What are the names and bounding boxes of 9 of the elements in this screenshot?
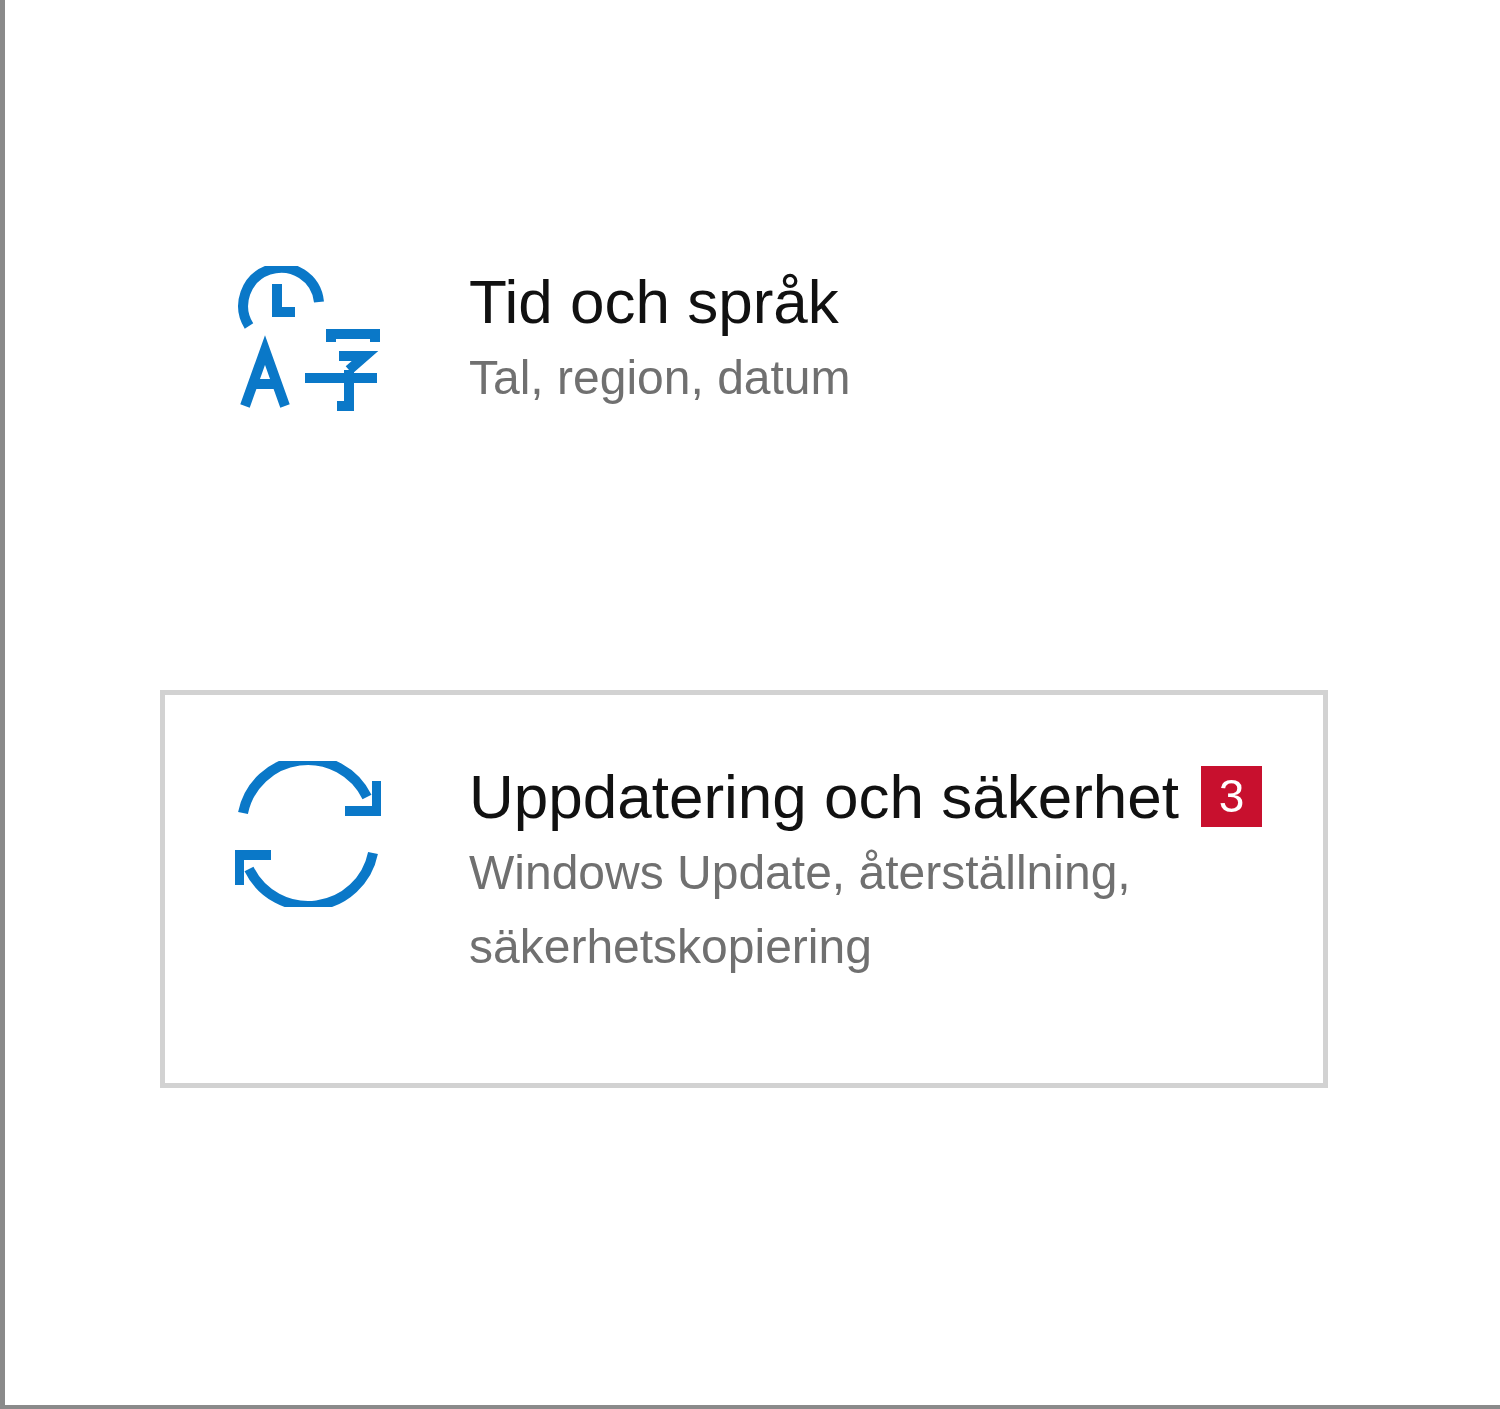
settings-tile[interactable]: Uppdatering och säkerhet 3 Windows Update, återställning, säkerhetskopiering [160,690,1328,1088]
tile-description: Tal, region, datum [469,350,852,407]
tile-title: Uppdatering och säkerhet [469,762,1179,831]
tile-title: Tid och språk [469,267,839,336]
time-language-icon [235,266,381,412]
sync-icon [235,761,381,907]
settings-tile[interactable]: Tid och språk Tal, region, datum [160,195,1328,593]
notification-badge: 3 [1201,766,1262,827]
tile-description: Windows Update, återställning, säkerhetskopiering [469,845,1132,976]
